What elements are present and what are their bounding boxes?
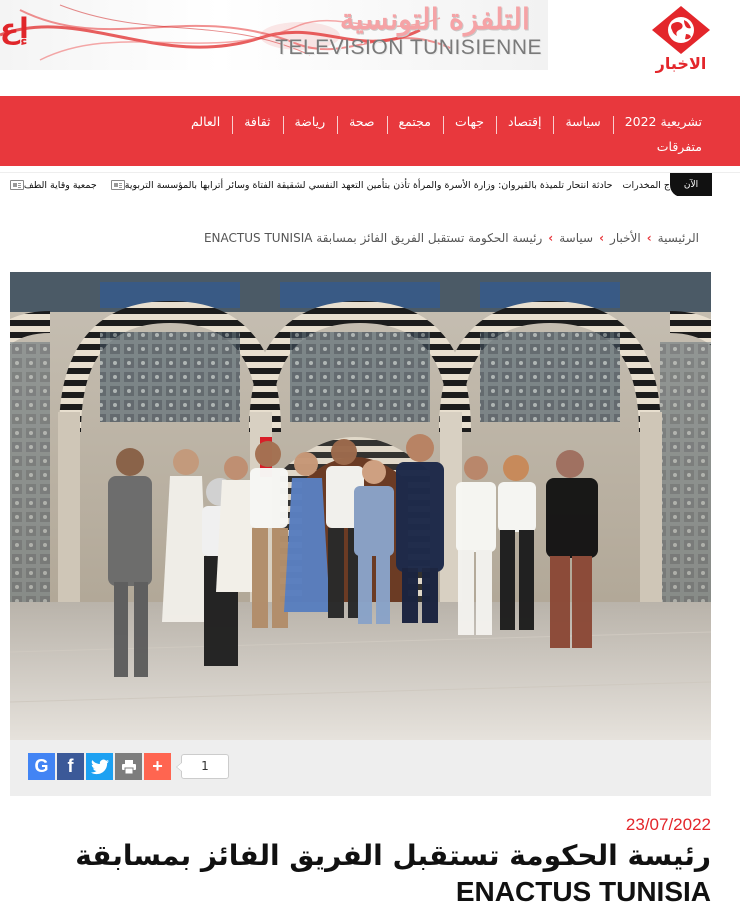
chevron-left-icon: ‹ xyxy=(646,231,652,245)
banner-title-french: TELEVISION TUNISIENNE xyxy=(275,36,542,59)
news-ticker: الآن ج المخدرات حادثة انتحار تلميذة بالق… xyxy=(0,172,740,196)
chevron-left-icon: ‹ xyxy=(548,231,554,245)
ticker-item[interactable]: جمعية وقاية الطف xyxy=(6,180,97,191)
television-banner[interactable]: إع التلفزة التونسية TELEVISION TUNISIENN… xyxy=(0,0,548,70)
nav-item-culture[interactable]: ثقافة xyxy=(232,114,284,134)
plus-icon: + xyxy=(152,756,163,776)
nav-item-health[interactable]: صحة xyxy=(337,114,388,134)
twitter-share-button[interactable] xyxy=(86,753,113,780)
banner-title-arabic: التلفزة التونسية xyxy=(339,2,530,36)
ticker-track: ج المخدرات حادثة انتحار تلميذة بالقيروان… xyxy=(0,173,670,196)
nav-item-world[interactable]: العالم xyxy=(179,114,234,134)
group-photo-illustration xyxy=(10,272,711,740)
news-card-icon xyxy=(9,180,24,190)
share-count: 1 xyxy=(176,754,229,779)
ticker-item[interactable]: حادثة انتحار تلميذة بالقيروان: وزارة الأ… xyxy=(107,180,613,191)
print-icon xyxy=(121,759,136,774)
nav-item-regions[interactable]: جهات xyxy=(443,114,498,134)
breadcrumb-home[interactable]: الرئيسية xyxy=(658,231,699,245)
chevron-left-icon: ‹ xyxy=(599,231,605,245)
nav-secondary-row: متفرقات xyxy=(657,136,702,155)
nav-primary-row: تشريعية 2022 سياسة إقتصاد جهات مجتمع صحة… xyxy=(179,110,714,134)
site-header: إع التلفزة التونسية TELEVISION TUNISIENN… xyxy=(0,0,740,96)
facebook-icon: f xyxy=(67,756,74,776)
print-button[interactable] xyxy=(115,753,142,780)
nav-item-society[interactable]: مجتمع xyxy=(387,114,445,134)
google-share-button[interactable]: G xyxy=(28,753,55,780)
article-date: 23/07/2022 xyxy=(625,815,711,834)
nav-item-sports[interactable]: رياضة xyxy=(283,114,338,134)
nav-item-economy[interactable]: إقتصاد xyxy=(496,114,555,134)
more-share-button[interactable]: + xyxy=(144,753,171,780)
ticker-now-badge: الآن xyxy=(670,173,712,196)
main-nav: تشريعية 2022 سياسة إقتصاد جهات مجتمع صحة… xyxy=(0,96,740,166)
twitter-icon xyxy=(90,759,109,774)
article-title: رئيسة الحكومة تستقبل الفريق الفائز بمساب… xyxy=(51,838,711,910)
ticker-item-text: جمعية وقاية الطف xyxy=(23,179,97,191)
article-photo xyxy=(10,272,711,740)
breadcrumb-news[interactable]: الأخبار xyxy=(610,231,641,245)
nav-item-politics[interactable]: سياسة xyxy=(553,114,614,134)
ticker-item-text: حادثة انتحار تلميذة بالقيروان: وزارة الأ… xyxy=(124,179,613,191)
article-title-line2: ENACTUS TUNISIA xyxy=(455,876,711,907)
ticker-item-text: ج المخدرات xyxy=(622,179,670,191)
article-title-line1: رئيسة الحكومة تستقبل الفريق الفائز بمساب… xyxy=(75,839,711,872)
breadcrumb: الرئيسية ‹ الأخبار ‹ سياسة ‹ رئيسة الحكو… xyxy=(204,229,699,247)
facebook-share-button[interactable]: f xyxy=(57,753,84,780)
share-buttons: G f + 1 xyxy=(28,753,229,780)
nav-item-miscellaneous[interactable]: متفرقات xyxy=(657,139,702,154)
breadcrumb-politics[interactable]: سياسة xyxy=(559,231,593,245)
share-bar: G f + 1 xyxy=(10,740,711,796)
banner-edge-fragment: إع xyxy=(0,12,29,45)
logo-label: الاخبار xyxy=(655,54,707,73)
nav-item-legislative-2022[interactable]: تشريعية 2022 xyxy=(613,114,714,129)
breadcrumb-current: رئيسة الحكومة تستقبل الفريق الفائز بمساب… xyxy=(203,231,543,245)
ticker-item[interactable]: ج المخدرات xyxy=(623,180,670,191)
google-icon: G xyxy=(34,756,49,776)
news-card-icon xyxy=(110,180,125,190)
